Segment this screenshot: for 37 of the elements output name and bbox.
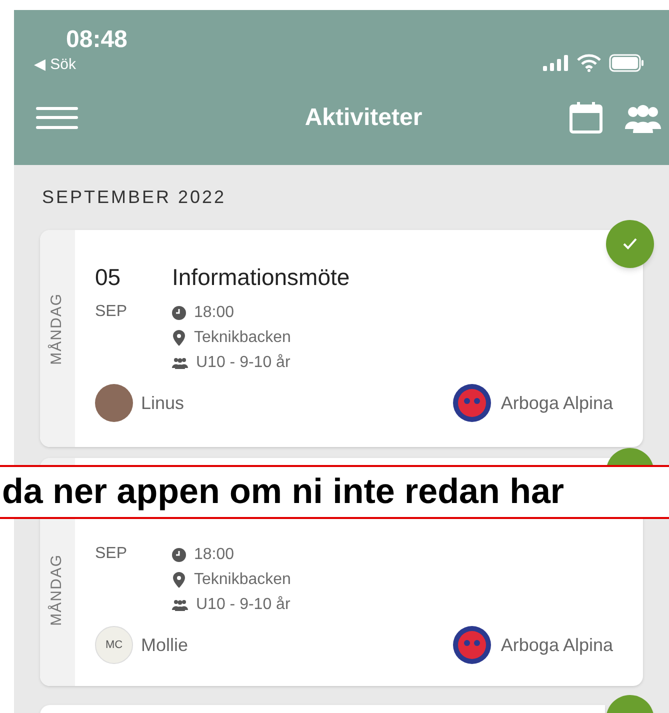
screen-title: Aktiviteter	[304, 102, 422, 132]
club-name: Arboga Alpina	[500, 634, 613, 657]
weekday-label: MÅNDAG	[47, 292, 66, 364]
detail-text: 18:00	[194, 302, 234, 322]
detail-text: U10 - 9-10 år	[196, 594, 290, 614]
month-heading: SEPTEMBER 2022	[42, 186, 226, 209]
club-name: Arboga Alpina	[500, 392, 613, 415]
month-abbr: SEP	[95, 302, 128, 322]
leader-name: Mollie	[141, 634, 188, 656]
day-number: 05	[95, 263, 122, 292]
weekday-label: MÅNDAG	[47, 554, 66, 626]
check-badge[interactable]	[606, 220, 654, 268]
club-logo-icon	[452, 626, 491, 664]
group-icon	[172, 598, 188, 610]
month-abbr: SEP	[95, 544, 128, 564]
club-logo-icon	[452, 384, 491, 422]
detail-text: 18:00	[194, 544, 234, 564]
signal-icon	[543, 55, 569, 71]
activity-title: Informationsmöte	[172, 263, 350, 292]
initials-avatar: MC	[95, 626, 133, 664]
calendar-icon[interactable]	[569, 102, 603, 134]
location-pin-icon	[172, 330, 186, 346]
detail-text: Teknikbacken	[194, 570, 291, 590]
group-icon	[172, 356, 188, 368]
checkmark-icon	[623, 238, 637, 250]
activity-card[interactable]: MÅNDAG 05 SEP Informationsmöte 18:00 Teknikbacken U10 - 9-10 år Linus Arboga Alpina	[40, 230, 643, 447]
clock-icon	[172, 548, 186, 562]
leader-name: Linus	[141, 392, 184, 414]
location-pin-icon	[172, 572, 186, 588]
battery-icon	[609, 54, 645, 72]
avatar-photo-placeholder	[95, 384, 133, 422]
detail-text: U10 - 9-10 år	[196, 352, 290, 372]
group-icon[interactable]	[625, 102, 661, 132]
wifi-icon	[577, 54, 601, 72]
detail-text: Teknikbacken	[194, 328, 291, 348]
status-time: 08:48	[66, 26, 128, 54]
clock-icon	[172, 306, 186, 320]
